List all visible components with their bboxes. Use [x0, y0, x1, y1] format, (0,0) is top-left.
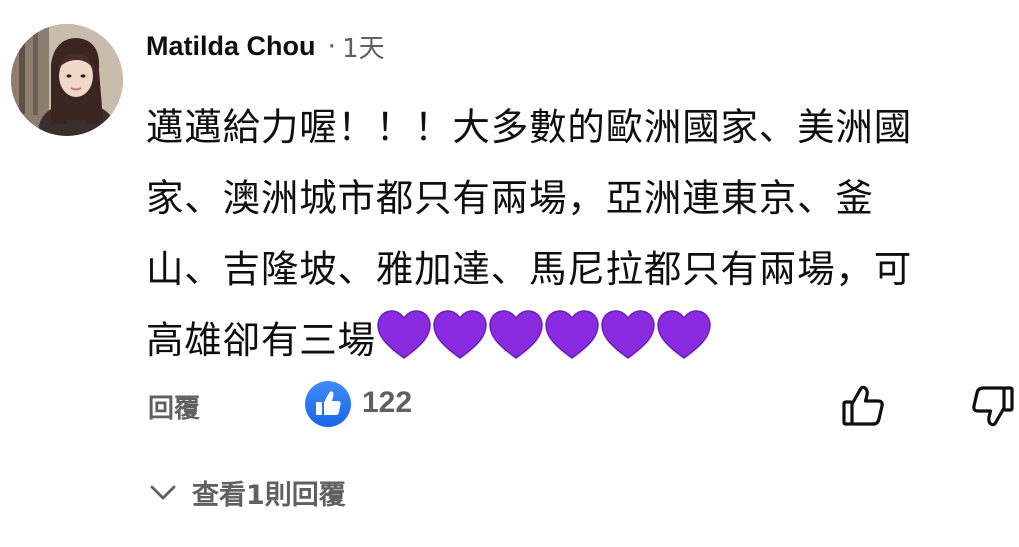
- chevron-down-icon: [150, 485, 176, 500]
- purple-heart-icon: [489, 310, 543, 359]
- comment-text-segment: 高雄卻有三場: [146, 318, 376, 362]
- avatar[interactable]: [11, 24, 123, 136]
- thumbs-down-icon[interactable]: [968, 382, 1016, 430]
- purple-heart-icon: [545, 310, 599, 359]
- comment-timestamp[interactable]: 1天: [342, 28, 385, 65]
- avatar-image: [11, 24, 123, 136]
- comment-text-line: 家、澳洲城市都只有兩場，亞洲連東京、釜: [146, 176, 874, 220]
- purple-heart-icon: [657, 310, 711, 359]
- hearts-group: [376, 309, 712, 361]
- purple-heart-icon: [601, 310, 655, 359]
- comment-text-line: 邁邁給力喔！！！大多數的歐洲國家、美洲國: [146, 105, 912, 149]
- view-replies-button[interactable]: 查看1則回覆: [148, 470, 346, 514]
- reply-button[interactable]: 回覆: [148, 388, 200, 425]
- comment-text-line-last: 高雄卻有三場: [146, 305, 1014, 376]
- purple-heart-icon: [377, 310, 431, 359]
- comment-text-line: 山、吉隆坡、雅加達、馬尼拉都只有兩場，可: [146, 247, 912, 291]
- author-name[interactable]: Matilda Chou: [146, 31, 316, 62]
- purple-heart-icon: [433, 310, 487, 359]
- view-replies-label: 查看1則回覆: [192, 479, 346, 511]
- comment-text: 邁邁給力喔！！！大多數的歐洲國家、美洲國 家、澳洲城市都只有兩場，亞洲連東京、釜…: [146, 92, 1014, 376]
- thumbs-up-icon[interactable]: [840, 382, 888, 430]
- blue-thumbs-up-icon: [305, 381, 351, 427]
- comment-item: Matilda Chou · 1天 邁邁給力喔！！！大多數的歐洲國家、美洲國 家…: [0, 0, 1019, 547]
- header-separator: ·: [327, 30, 337, 62]
- like-count: 122: [362, 386, 413, 419]
- comment-header: Matilda Chou · 1天: [146, 26, 385, 66]
